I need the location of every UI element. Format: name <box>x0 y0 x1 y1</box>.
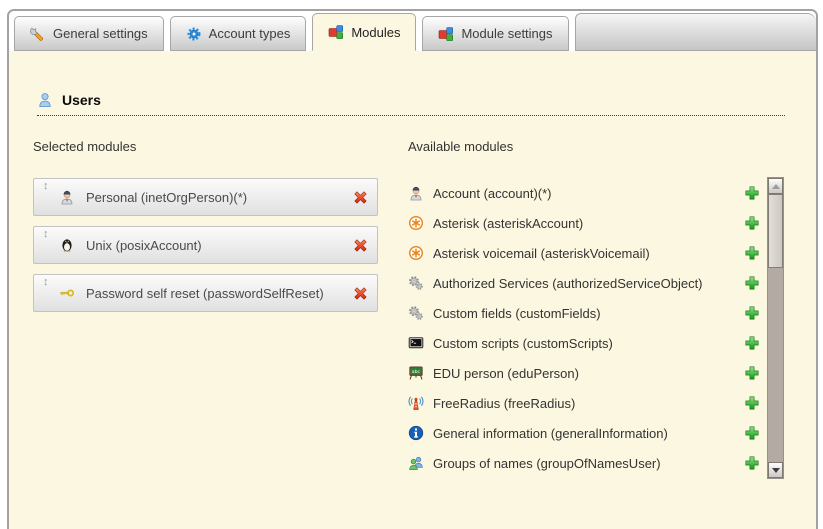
scroll-up-button[interactable] <box>768 178 783 194</box>
gears-icon <box>408 305 424 321</box>
module-label: Custom fields (customFields) <box>433 306 601 321</box>
scroll-down-arrow-icon <box>772 468 780 473</box>
remove-module-button[interactable] <box>352 285 369 302</box>
gears-icon <box>408 275 424 291</box>
tab-modules[interactable]: Modules <box>312 13 416 51</box>
scroll-down-button[interactable] <box>768 462 783 478</box>
available-module-account: Account (account)(*) <box>408 178 760 208</box>
antenna-icon <box>408 395 424 411</box>
scroll-up-arrow-icon <box>772 184 780 189</box>
asterisk-icon <box>408 215 424 231</box>
section-title: Users <box>62 92 101 108</box>
users-section-header: Users <box>37 51 785 116</box>
drag-handle-icon[interactable]: ↕ <box>43 277 49 288</box>
module-label: Asterisk (asteriskAccount) <box>433 216 583 231</box>
add-module-button[interactable] <box>744 425 760 441</box>
svg-text:abc: abc <box>412 369 421 375</box>
tab-general-settings[interactable]: General settings <box>14 16 164 51</box>
person-icon <box>59 189 75 205</box>
selected-module-personal[interactable]: ↕ Personal (inetOrgPerson)(*) <box>33 178 378 216</box>
info-icon <box>408 425 424 441</box>
available-modules-scrollbar[interactable] <box>767 177 784 479</box>
tab-account-types[interactable]: Account types <box>170 16 307 51</box>
add-module-button[interactable] <box>744 245 760 261</box>
remove-module-button[interactable] <box>352 189 369 206</box>
remove-module-button[interactable] <box>352 237 369 254</box>
tab-label: General settings <box>53 26 148 41</box>
config-panel: General settings Account types Modules Modu… <box>7 9 818 529</box>
available-module-authorized-services: Authorized Services (authorizedServiceOb… <box>408 268 760 298</box>
person-icon <box>408 185 424 201</box>
available-module-asterisk-voicemail: Asterisk voicemail (asteriskVoicemail) <box>408 238 760 268</box>
chalkboard-icon: abc <box>408 365 424 381</box>
available-module-freeradius: FreeRadius (freeRadius) <box>408 388 760 418</box>
module-label: General information (generalInformation) <box>433 426 668 441</box>
add-module-button[interactable] <box>744 275 760 291</box>
tab-label: Module settings <box>461 26 552 41</box>
module-label: EDU person (eduPerson) <box>433 366 579 381</box>
available-modules-list: Account (account)(*) Asterisk (asteriskAc… <box>408 178 760 478</box>
available-modules-heading: Available modules <box>408 139 816 154</box>
module-label: Unix (posixAccount) <box>86 238 202 253</box>
group-icon <box>408 455 424 471</box>
add-module-button[interactable] <box>744 305 760 321</box>
tab-bar: General settings Account types Modules Modu… <box>9 11 816 51</box>
module-label: Custom scripts (customScripts) <box>433 336 613 351</box>
add-module-button[interactable] <box>744 185 760 201</box>
modules-tab-panel: Users Selected modules ↕ Personal (inetOr… <box>9 51 816 529</box>
add-module-button[interactable] <box>744 215 760 231</box>
available-module-custom-scripts: Custom scripts (customScripts) <box>408 328 760 358</box>
module-label: Authorized Services (authorizedServiceOb… <box>433 276 703 291</box>
add-module-button[interactable] <box>744 365 760 381</box>
module-label: FreeRadius (freeRadius) <box>433 396 575 411</box>
available-module-edu-person: abc EDU person (eduPerson) <box>408 358 760 388</box>
selected-module-unix[interactable]: ↕ Unix (posixAccount) <box>33 226 378 264</box>
selected-module-password-self-reset[interactable]: ↕ Password self reset (passwordSelfReset) <box>33 274 378 312</box>
tab-bar-filler <box>575 13 816 51</box>
asterisk-icon <box>408 245 424 261</box>
add-module-button[interactable] <box>744 455 760 471</box>
modules-icon <box>438 26 454 42</box>
module-label: Password self reset (passwordSelfReset) <box>86 286 324 301</box>
gear-blue-icon <box>186 26 202 42</box>
selected-modules-heading: Selected modules <box>33 139 408 154</box>
user-icon <box>37 92 53 108</box>
tab-label: Modules <box>351 25 400 40</box>
module-label: Asterisk voicemail (asteriskVoicemail) <box>433 246 650 261</box>
scrollbar-thumb[interactable] <box>768 194 783 268</box>
drag-handle-icon[interactable]: ↕ <box>43 181 49 192</box>
add-module-button[interactable] <box>744 335 760 351</box>
module-label: Groups of names (groupOfNamesUser) <box>433 456 661 471</box>
wrench-icon <box>30 26 46 42</box>
available-module-custom-fields: Custom fields (customFields) <box>408 298 760 328</box>
tab-module-settings[interactable]: Module settings <box>422 16 568 51</box>
key-icon <box>59 285 75 301</box>
module-label: Account (account)(*) <box>433 186 552 201</box>
terminal-icon <box>408 335 424 351</box>
available-module-asterisk: Asterisk (asteriskAccount) <box>408 208 760 238</box>
module-label: Personal (inetOrgPerson)(*) <box>86 190 247 205</box>
available-module-general-information: General information (generalInformation) <box>408 418 760 448</box>
drag-handle-icon[interactable]: ↕ <box>43 229 49 240</box>
selected-modules-list: ↕ Personal (inetOrgPerson)(*) ↕ Unix (posix… <box>33 178 408 312</box>
penguin-icon <box>59 237 75 253</box>
tab-label: Account types <box>209 26 291 41</box>
modules-icon <box>328 24 344 40</box>
add-module-button[interactable] <box>744 395 760 411</box>
